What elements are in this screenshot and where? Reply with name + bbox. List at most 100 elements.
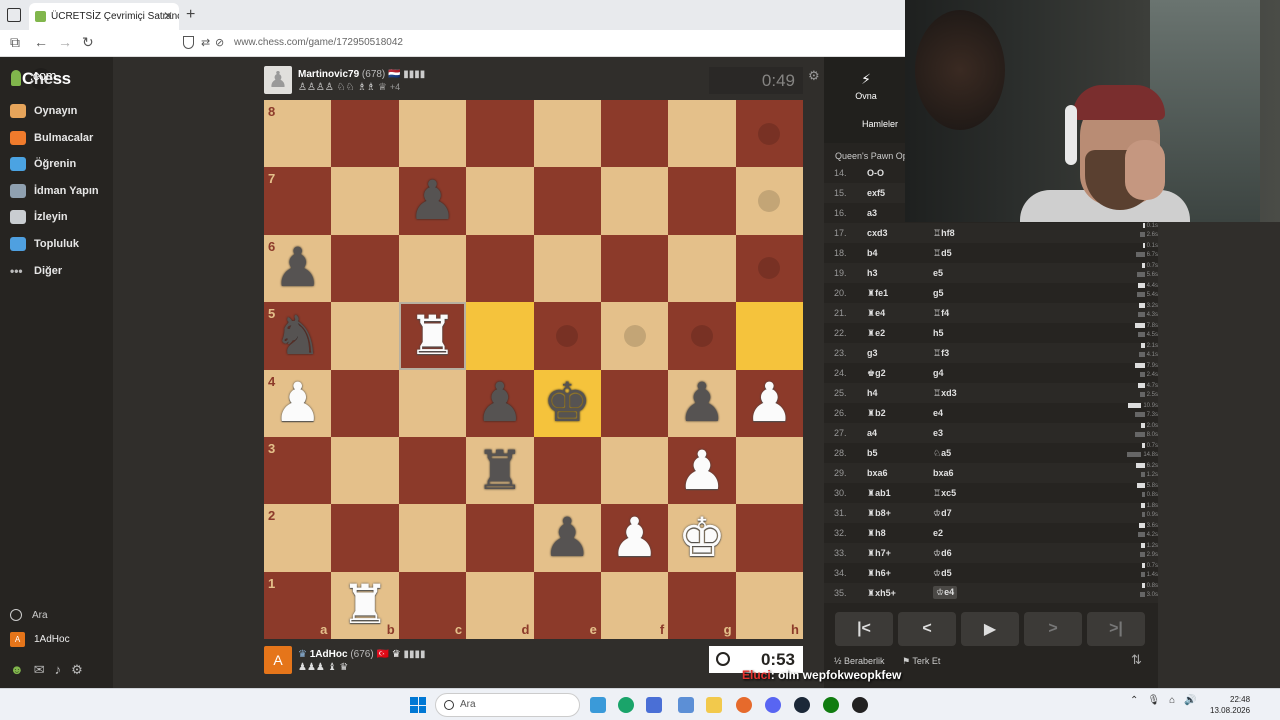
white-move[interactable]: ♜b2 [867, 408, 886, 419]
sidebar-user[interactable]: A 1AdHoc [10, 632, 70, 647]
sidebar-search[interactable]: Ara [10, 609, 48, 621]
black-move[interactable]: ♔e4 [933, 586, 958, 599]
last-move-button[interactable]: >| [1087, 612, 1145, 646]
square-h2[interactable] [735, 504, 803, 572]
white-move[interactable]: ♚g2 [867, 368, 886, 379]
black-move[interactable]: ♖xd3 [933, 388, 957, 399]
black-knight-icon[interactable]: ♞ [264, 302, 331, 369]
square-d1[interactable]: d [466, 571, 534, 639]
opponent-name[interactable]: Martinovic79 [298, 69, 359, 80]
white-move[interactable]: ♜b8+ [867, 508, 891, 519]
taskbar-search[interactable]: Ara [435, 693, 580, 717]
square-b4[interactable] [331, 369, 399, 437]
square-f6[interactable] [600, 234, 669, 303]
white-move[interactable]: ♜h6+ [867, 568, 891, 579]
square-d6[interactable] [466, 234, 534, 303]
volume-icon[interactable]: 🔊 [1184, 695, 1196, 706]
draw-button[interactable]: ½ Beraberlik [834, 656, 885, 666]
square-c4[interactable] [398, 369, 467, 437]
square-b1[interactable]: b ♜ [331, 571, 399, 639]
white-move[interactable]: exf5 [867, 188, 885, 198]
legal-move-dot[interactable] [690, 324, 713, 347]
square-g2[interactable]: ♚ [668, 504, 736, 572]
square-d5[interactable] [466, 302, 534, 370]
square-e2[interactable]: ♟ [533, 504, 601, 572]
square-b2[interactable] [331, 504, 399, 572]
black-pawn-icon[interactable]: ♟ [466, 370, 533, 437]
firefox-icon[interactable] [736, 697, 752, 713]
sidebar-item-watch[interactable]: İzleyin [10, 210, 68, 224]
new-tab-icon[interactable]: + [186, 6, 195, 24]
square-b6[interactable] [331, 234, 399, 303]
black-move[interactable]: ♔d7 [933, 508, 952, 519]
black-move[interactable]: ♔d6 [933, 548, 952, 559]
square-g6[interactable] [668, 234, 736, 303]
square-g5[interactable] [668, 302, 736, 370]
square-f8[interactable] [600, 100, 669, 168]
black-move[interactable]: bxa6 [933, 468, 954, 478]
square-b8[interactable] [331, 100, 399, 168]
white-move[interactable]: ♜e4 [867, 308, 885, 319]
network-icon[interactable]: ⌂ [1169, 695, 1175, 706]
square-a4[interactable]: 4 ♟ [264, 369, 332, 437]
discord-icon[interactable] [765, 697, 781, 713]
sidebar-item-train[interactable]: İdman Yapın [10, 184, 99, 198]
black-move[interactable]: ♖d5 [933, 248, 952, 259]
black-move[interactable]: e3 [933, 428, 943, 438]
forward-icon[interactable]: → [58, 34, 72, 50]
square-d4[interactable]: ♟ [466, 369, 534, 437]
square-c5[interactable]: ♜ [398, 302, 467, 370]
copilot-icon[interactable] [646, 697, 662, 713]
chess-board[interactable]: 8 7 ♟ 6 ♟ 5 ♞ ♜ 4 ♟ ♟ ♚ ♟ ♟ 3 ♜ ♟ 2 ♟ ♟ ♚ 1 a b ♜ c d e f g h [264, 100, 803, 639]
sidebar-item-puzzles[interactable]: Bulmacalar [10, 131, 93, 145]
white-move[interactable]: bxa6 [867, 468, 888, 478]
store-icon[interactable] [678, 697, 694, 713]
play-button[interactable]: ▶ [961, 612, 1019, 646]
white-move[interactable]: ♜ab1 [867, 488, 891, 499]
legal-move-dot[interactable] [556, 324, 579, 347]
white-move[interactable]: a4 [867, 428, 877, 438]
black-move[interactable]: ♘a5 [933, 448, 951, 459]
square-d7[interactable] [466, 167, 534, 235]
square-a2[interactable]: 2 [264, 504, 332, 572]
square-g8[interactable] [668, 100, 736, 168]
square-c6[interactable] [398, 234, 467, 303]
black-move[interactable]: ♖hf8 [933, 228, 955, 239]
sidebar-item-more[interactable]: ••• Diğer [10, 264, 62, 278]
white-pawn-icon[interactable]: ♟ [736, 370, 803, 437]
flip-board-icon[interactable]: ⇅ [1131, 652, 1142, 668]
file-explorer-icon[interactable] [590, 697, 606, 713]
white-move[interactable]: g3 [867, 348, 878, 358]
square-e1[interactable]: e [533, 571, 601, 639]
black-move[interactable]: g4 [933, 368, 944, 378]
black-move[interactable]: h5 [933, 328, 944, 338]
settings-gear-icon[interactable]: ⚙ [71, 662, 83, 678]
black-rook-icon[interactable]: ♜ [466, 437, 533, 504]
workspaces-icon[interactable] [7, 8, 21, 22]
white-pawn-icon[interactable]: ♟ [264, 370, 331, 437]
previous-move-button[interactable]: < [898, 612, 956, 646]
square-c3[interactable] [398, 436, 467, 505]
square-b7[interactable] [331, 167, 399, 235]
square-f5[interactable] [600, 302, 669, 370]
legal-move-dot[interactable] [758, 190, 781, 213]
square-a8[interactable]: 8 [264, 100, 332, 168]
black-pawn-icon[interactable]: ♟ [534, 504, 601, 571]
square-a5[interactable]: 5 ♞ [264, 302, 332, 370]
reload-icon[interactable]: ↻ [82, 34, 94, 51]
white-move[interactable]: a3 [867, 208, 877, 218]
sidebar-item-play[interactable]: Oynayın [10, 104, 77, 118]
legal-move-dot[interactable] [623, 324, 646, 347]
white-rook-icon[interactable]: ♜ [399, 302, 466, 369]
first-move-button[interactable]: |< [835, 612, 893, 646]
opening-name[interactable]: Queen's Pawn Ope [835, 151, 905, 161]
black-move[interactable]: e2 [933, 528, 943, 538]
square-g4[interactable]: ♟ [668, 369, 736, 437]
black-pawn-icon[interactable]: ♟ [264, 235, 331, 302]
square-d3[interactable]: ♜ [466, 436, 534, 505]
black-pawn-icon[interactable]: ♟ [399, 167, 466, 234]
white-move[interactable]: b5 [867, 448, 878, 458]
sidebar-item-learn[interactable]: Öğrenin [10, 157, 76, 171]
white-rook-icon[interactable]: ♜ [331, 572, 398, 639]
shield-icon[interactable] [183, 36, 194, 49]
